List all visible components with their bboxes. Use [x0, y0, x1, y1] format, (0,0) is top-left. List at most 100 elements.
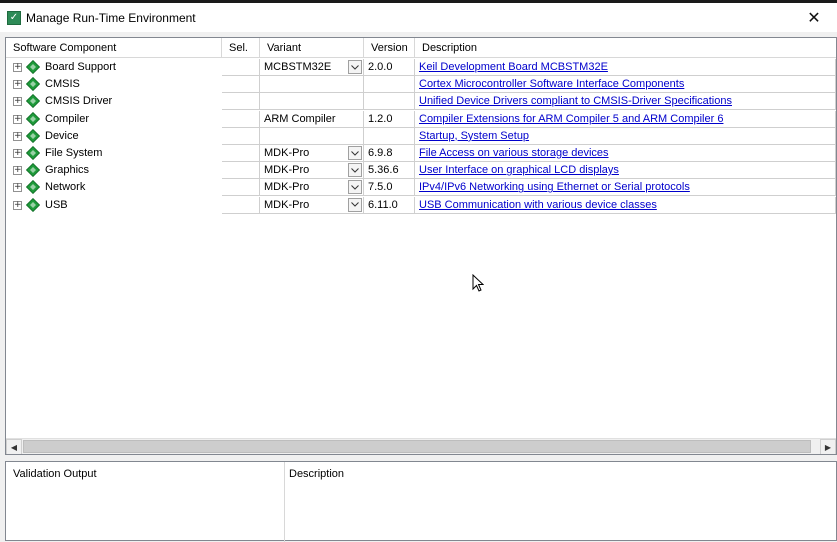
- description-cell: File Access on various storage devices: [415, 145, 836, 162]
- header-sel[interactable]: Sel.: [222, 38, 260, 58]
- variant-value: MDK-Pro: [264, 198, 310, 211]
- chevron-down-icon[interactable]: [348, 60, 362, 74]
- table-row[interactable]: + Compiler ARM Compiler 1.2.0 Compiler Exten…: [6, 110, 836, 128]
- sel-cell[interactable]: [222, 76, 260, 94]
- component-name: CMSIS Driver: [45, 95, 113, 108]
- variant-cell[interactable]: MDK-Pro: [260, 145, 364, 162]
- component-table[interactable]: Software Component Sel. Variant Version …: [5, 37, 837, 455]
- header-software-component[interactable]: Software Component: [6, 38, 222, 58]
- app-icon: ✓: [7, 10, 21, 25]
- version-cell: 5.36.6: [364, 162, 415, 180]
- version-cell: [364, 76, 415, 94]
- chevron-down-icon[interactable]: [348, 197, 362, 212]
- scrollbar-thumb[interactable]: [23, 440, 811, 453]
- expand-plus-icon[interactable]: +: [13, 149, 22, 158]
- header-description[interactable]: Description: [415, 38, 836, 58]
- table-row[interactable]: + Device Startup, System Setup: [6, 127, 836, 145]
- description-link[interactable]: Startup, System Setup: [419, 130, 529, 142]
- version-cell: [364, 127, 415, 145]
- sel-cell[interactable]: [222, 179, 260, 197]
- header-variant[interactable]: Variant: [260, 38, 364, 58]
- component-diamond-icon: [25, 77, 41, 92]
- version-cell: 6.9.8: [364, 145, 415, 162]
- version-cell: 7.5.0: [364, 179, 415, 197]
- close-button[interactable]: ✕: [791, 3, 837, 32]
- validation-pane: Validation Output Description: [5, 461, 837, 542]
- sel-cell[interactable]: [222, 162, 260, 180]
- expand-plus-icon[interactable]: +: [13, 183, 22, 193]
- component-cell[interactable]: + CMSIS Driver: [6, 93, 222, 110]
- component-cell[interactable]: + Device: [6, 128, 222, 145]
- component-diamond-icon: [25, 128, 41, 143]
- variant-value: ARM Compiler: [264, 112, 336, 125]
- title-bar[interactable]: ✓ Manage Run-Time Environment ✕: [0, 3, 837, 32]
- window-title: Manage Run-Time Environment: [26, 10, 196, 25]
- component-cell[interactable]: + Compiler: [6, 111, 222, 128]
- sel-cell[interactable]: [222, 93, 260, 111]
- description-link[interactable]: User Interface on graphical LCD displays: [419, 164, 619, 176]
- description-link[interactable]: File Access on various storage devices: [419, 147, 609, 159]
- table-row[interactable]: + CMSIS Cortex Microcontroller Software In…: [6, 76, 836, 94]
- component-diamond-icon: [25, 145, 41, 161]
- description-cell: Compiler Extensions for ARM Compiler 5 a…: [415, 110, 836, 128]
- expand-plus-icon[interactable]: +: [13, 166, 22, 176]
- header-version[interactable]: Version: [364, 38, 415, 58]
- scroll-right-arrow-icon[interactable]: ▶: [820, 439, 836, 454]
- validation-description-header: Description: [289, 468, 345, 480]
- expand-plus-icon[interactable]: +: [13, 131, 22, 141]
- description-link[interactable]: USB Communication with various device cl…: [419, 199, 657, 211]
- expand-plus-icon[interactable]: +: [13, 114, 22, 124]
- variant-value: MDK-Pro: [264, 181, 310, 194]
- table-row[interactable]: + File System MDK-Pro 6.9.8 File Access on v…: [6, 145, 836, 162]
- description-link[interactable]: Compiler Extensions for ARM Compiler 5 a…: [419, 113, 723, 125]
- table-row[interactable]: + USB MDK-Pro 6.11.0 USB Communication with …: [6, 196, 836, 214]
- variant-cell[interactable]: MDK-Pro: [260, 179, 364, 197]
- sel-cell[interactable]: [222, 110, 260, 128]
- sel-cell[interactable]: [222, 145, 260, 162]
- table-row[interactable]: + Board Support MCBSTM32E 2.0.0 Keil Develop…: [6, 59, 836, 76]
- description-link[interactable]: Keil Development Board MCBSTM32E: [419, 61, 608, 73]
- description-link[interactable]: Cortex Microcontroller Software Interfac…: [419, 78, 684, 90]
- table-row[interactable]: + CMSIS Driver Unified Device Drivers comp…: [6, 93, 836, 111]
- component-cell[interactable]: + Board Support: [6, 59, 222, 76]
- table-row[interactable]: + Graphics MDK-Pro 5.36.6 User Interface on …: [6, 162, 836, 180]
- variant-value: MDK-Pro: [264, 164, 310, 177]
- component-name: Board Support: [45, 61, 116, 73]
- chevron-down-icon[interactable]: [348, 180, 362, 195]
- component-cell[interactable]: + CMSIS: [6, 76, 222, 93]
- variant-cell[interactable]: MDK-Pro: [260, 162, 364, 180]
- chevron-down-icon[interactable]: [348, 163, 362, 178]
- component-cell[interactable]: + File System: [6, 145, 222, 162]
- horizontal-scrollbar[interactable]: ◀ ▶: [6, 438, 836, 454]
- description-link[interactable]: IPv4/IPv6 Networking using Ethernet or S…: [419, 181, 690, 193]
- component-name: File System: [45, 147, 103, 159]
- expand-plus-icon[interactable]: +: [13, 97, 22, 107]
- table-row[interactable]: + Network MDK-Pro 7.5.0 IPv4/IPv6 Networking…: [6, 179, 836, 197]
- component-cell[interactable]: + Network: [6, 179, 222, 196]
- component-diamond-icon: [25, 94, 41, 109]
- description-cell: Keil Development Board MCBSTM32E: [415, 59, 836, 76]
- sel-cell[interactable]: [222, 196, 260, 214]
- component-name: Network: [45, 181, 86, 194]
- variant-cell[interactable]: MCBSTM32E: [260, 59, 364, 76]
- expand-plus-icon[interactable]: +: [13, 63, 22, 72]
- expand-plus-icon[interactable]: +: [13, 80, 22, 90]
- chevron-down-icon[interactable]: [348, 146, 362, 160]
- component-name: USB: [45, 198, 68, 211]
- description-link[interactable]: Unified Device Drivers compliant to CMSI…: [419, 95, 732, 107]
- table-header: Software Component Sel. Variant Version …: [6, 38, 836, 58]
- variant-cell: [260, 93, 364, 111]
- sel-cell[interactable]: [222, 127, 260, 145]
- variant-cell[interactable]: MDK-Pro: [260, 196, 364, 214]
- scroll-left-arrow-icon[interactable]: ◀: [6, 439, 22, 454]
- component-name: Compiler: [45, 112, 90, 125]
- variant-cell: ARM Compiler: [260, 110, 364, 128]
- component-cell[interactable]: + USB: [6, 197, 222, 214]
- sel-cell[interactable]: [222, 59, 260, 76]
- component-diamond-icon: [25, 59, 41, 75]
- component-cell[interactable]: + Graphics: [6, 162, 222, 179]
- component-diamond-icon: [25, 180, 41, 195]
- component-name: Graphics: [45, 164, 90, 177]
- expand-plus-icon[interactable]: +: [13, 200, 22, 210]
- description-cell: Cortex Microcontroller Software Interfac…: [415, 76, 836, 94]
